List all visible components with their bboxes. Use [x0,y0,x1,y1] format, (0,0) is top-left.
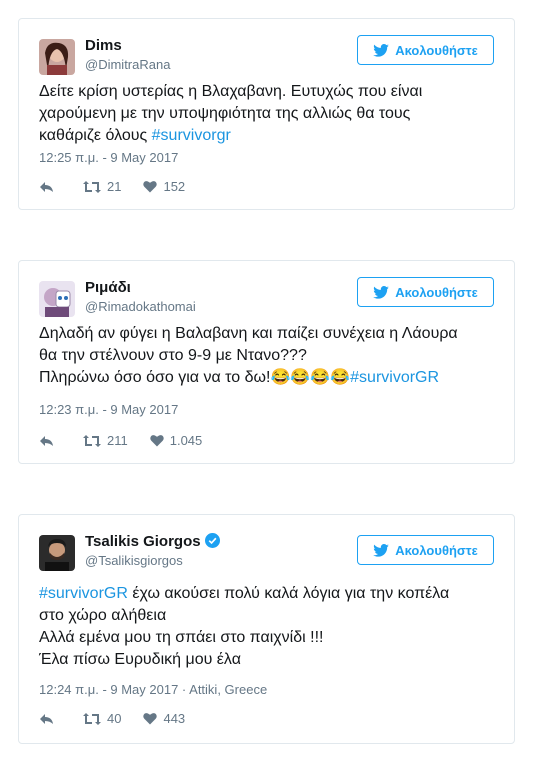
tweet-text: #survivorGR έχω ακούσει πολύ καλά λόγια … [39,583,494,671]
tweet-line: θα την στέλνουν στο 9-9 με Ντανο??? [39,347,307,364]
timestamp[interactable]: 12:24 π.μ. - 9 May 2017 · Attiki, Greece [39,682,267,697]
retweet-icon [83,180,101,193]
tweet-text: Δηλαδή αν φύγει η Βαλαβανη και παίζει συ… [39,323,494,389]
display-name-text: Tsalikis Giorgos [85,533,201,550]
display-name[interactable]: Dims [85,37,122,54]
tweet-card: Ριμάδι @Rimadokathomai Ακολουθήστε Δηλαδ… [18,260,515,464]
like-button[interactable]: 1.045 [150,433,203,448]
tweet-text: Δείτε κρίση υστερίας η Βλαχαβανη. Ευτυχώ… [39,81,494,147]
retweet-count: 211 [107,433,128,448]
tweet-line: Αλλά εμένα μου τη σπάει στο παιχνίδι !!! [39,629,324,646]
heart-icon [143,713,158,725]
tweet-line: #survivorGR έχω ακούσει πολύ καλά λόγια … [39,585,450,602]
reply-button[interactable] [39,180,61,194]
like-count: 443 [163,711,186,726]
avatar[interactable] [39,535,75,571]
hashtag-link[interactable]: #survivorgr [152,127,231,144]
like-count: 152 [163,179,186,194]
retweet-icon [83,434,101,447]
avatar[interactable] [39,39,75,75]
twitter-bird-icon [373,43,390,57]
heart-icon [143,181,158,193]
reply-icon [40,181,53,192]
follow-label: Ακολουθήστε [395,42,478,58]
tweet-line: καθάριζε όλους #survivorgr [39,127,231,144]
tweet-card: Tsalikis Giorgos @Tsalikisgiorgos Ακολου… [18,514,515,744]
emoji-sequence: 😂😂😂😂 [270,369,351,386]
display-name[interactable]: Ριμάδι [85,279,131,296]
like-button[interactable]: 152 [143,179,185,194]
tweet-card: Dims @DimitraRana Ακολουθήστε Δείτε κρίσ… [18,18,515,210]
follow-button[interactable]: Ακολουθήστε [357,35,494,65]
tweet-actions: 211 1.045 [39,433,224,448]
like-button[interactable]: 443 [143,711,185,726]
tweet-actions: 21 152 [39,179,207,194]
retweet-button[interactable]: 40 [83,711,121,726]
reply-button[interactable] [39,712,61,726]
reply-icon [40,713,53,724]
retweet-button[interactable]: 21 [83,179,121,194]
tweet-line: χαρούμενη με την υποψηφιότητα της αλλιώς… [39,105,411,122]
hashtag-link[interactable]: #survivorGR [39,585,128,602]
tweet-line: στο χώρο αλήθεια [39,607,167,624]
timestamp[interactable]: 12:25 π.μ. - 9 May 2017 [39,150,178,165]
display-name[interactable]: Tsalikis Giorgos [85,533,220,550]
follow-label: Ακολουθήστε [395,284,478,300]
verified-badge-icon [204,533,220,548]
retweet-count: 21 [107,179,122,194]
user-handle[interactable]: @Tsalikisgiorgos [85,553,183,568]
avatar[interactable] [39,281,75,317]
reply-button[interactable] [39,434,61,448]
tweet-line: Δείτε κρίση υστερίας η Βλαχαβανη. Ευτυχώ… [39,83,423,100]
follow-label: Ακολουθήστε [395,542,478,558]
tweet-actions: 40 443 [39,711,207,726]
user-handle[interactable]: @DimitraRana [85,57,170,72]
like-count: 1.045 [169,433,203,448]
hashtag-link[interactable]: #survivorGR [350,369,439,386]
reply-icon [40,435,53,446]
twitter-bird-icon [373,543,390,557]
tweet-line: Πληρώνω όσο όσο για να το δω!😂😂😂😂#surviv… [39,369,440,386]
retweet-count: 40 [107,711,122,726]
tweet-line: Δηλαδή αν φύγει η Βαλαβανη και παίζει συ… [39,325,458,342]
tweet-line: Έλα πίσω Ευρυδική μου έλα [39,651,241,668]
retweet-icon [83,712,101,725]
user-handle[interactable]: @Rimadokathomai [85,299,196,314]
retweet-button[interactable]: 211 [83,433,128,448]
twitter-bird-icon [373,285,390,299]
heart-icon [150,435,164,447]
follow-button[interactable]: Ακολουθήστε [357,535,494,565]
timestamp[interactable]: 12:23 π.μ. - 9 May 2017 [39,402,178,417]
follow-button[interactable]: Ακολουθήστε [357,277,494,307]
